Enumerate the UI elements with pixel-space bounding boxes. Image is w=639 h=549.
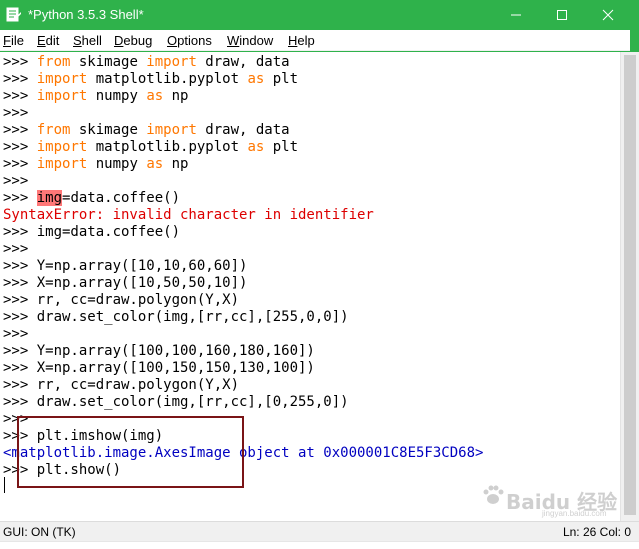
code-line: >>> import matplotlib.pyplot as plt xyxy=(3,139,299,155)
menu-debug[interactable]: Debug xyxy=(114,33,152,48)
code-line: >>> xyxy=(3,241,37,257)
code-line: >>> draw.set_color(img,[rr,cc],[0,255,0]… xyxy=(3,394,349,410)
code-line: >>> import matplotlib.pyplot as plt xyxy=(3,71,299,87)
close-icon xyxy=(602,9,614,21)
menu-bar: File Edit Shell Debug Options Window Hel… xyxy=(0,30,630,51)
status-bar: GUI: ON (TK) Ln: 26 Col: 0 xyxy=(0,521,639,541)
code-line: >>> Y=np.array([100,100,160,180,160]) xyxy=(3,343,315,359)
code-line: >>> import numpy as np xyxy=(3,88,189,104)
scrollbar-thumb[interactable] xyxy=(624,55,636,515)
cursor-position: Ln: 26 Col: 0 xyxy=(562,525,631,539)
code-line: >>> X=np.array([100,150,150,130,100]) xyxy=(3,360,315,376)
gui-status: GUI: ON (TK) xyxy=(3,525,76,539)
code-line: >>> import numpy as np xyxy=(3,156,189,172)
menu-window[interactable]: Window xyxy=(227,33,273,48)
code-line-error-input: >>> img=data.coffee() xyxy=(3,190,181,206)
close-button[interactable] xyxy=(585,0,631,30)
code-line: >>> draw.set_color(img,[rr,cc],[255,0,0]… xyxy=(3,309,349,325)
maximize-button[interactable] xyxy=(539,0,585,30)
menu-options[interactable]: Options xyxy=(167,33,212,48)
title-bar[interactable]: *Python 3.5.3 Shell* xyxy=(0,0,639,30)
vertical-scrollbar[interactable] xyxy=(620,52,639,521)
menu-edit[interactable]: Edit xyxy=(37,33,59,48)
code-line: >>> xyxy=(3,326,37,342)
error-message: SyntaxError: invalid character in identi… xyxy=(3,207,374,223)
annotation-box xyxy=(17,416,244,488)
code-line: >>> X=np.array([10,50,50,10]) xyxy=(3,275,248,291)
menu-shell[interactable]: Shell xyxy=(73,33,102,48)
code-line: >>> xyxy=(3,105,37,121)
code-line: >>> Y=np.array([10,10,60,60]) xyxy=(3,258,248,274)
menu-help[interactable]: Help xyxy=(288,33,315,48)
maximize-icon xyxy=(557,10,567,20)
code-line: >>> rr, cc=draw.polygon(Y,X) xyxy=(3,377,240,393)
code-line: >>> rr, cc=draw.polygon(Y,X) xyxy=(3,292,240,308)
menu-file[interactable]: File xyxy=(3,33,24,48)
window-bottom-edge xyxy=(0,541,639,549)
code-line: >>> xyxy=(3,173,37,189)
minimize-button[interactable] xyxy=(493,0,539,30)
window-frame: *Python 3.5.3 Shell* File Edit Shell Deb… xyxy=(0,0,639,549)
code-line: >>> img=data.coffee() xyxy=(3,224,181,240)
idle-file-icon xyxy=(6,7,21,22)
window-title: *Python 3.5.3 Shell* xyxy=(28,7,144,22)
error-highlight: img xyxy=(36,190,63,206)
code-line: >>> from skimage import draw, data xyxy=(3,54,290,70)
minimize-icon xyxy=(511,14,521,16)
text-cursor xyxy=(4,477,5,493)
code-line: >>> from skimage import draw, data xyxy=(3,122,290,138)
